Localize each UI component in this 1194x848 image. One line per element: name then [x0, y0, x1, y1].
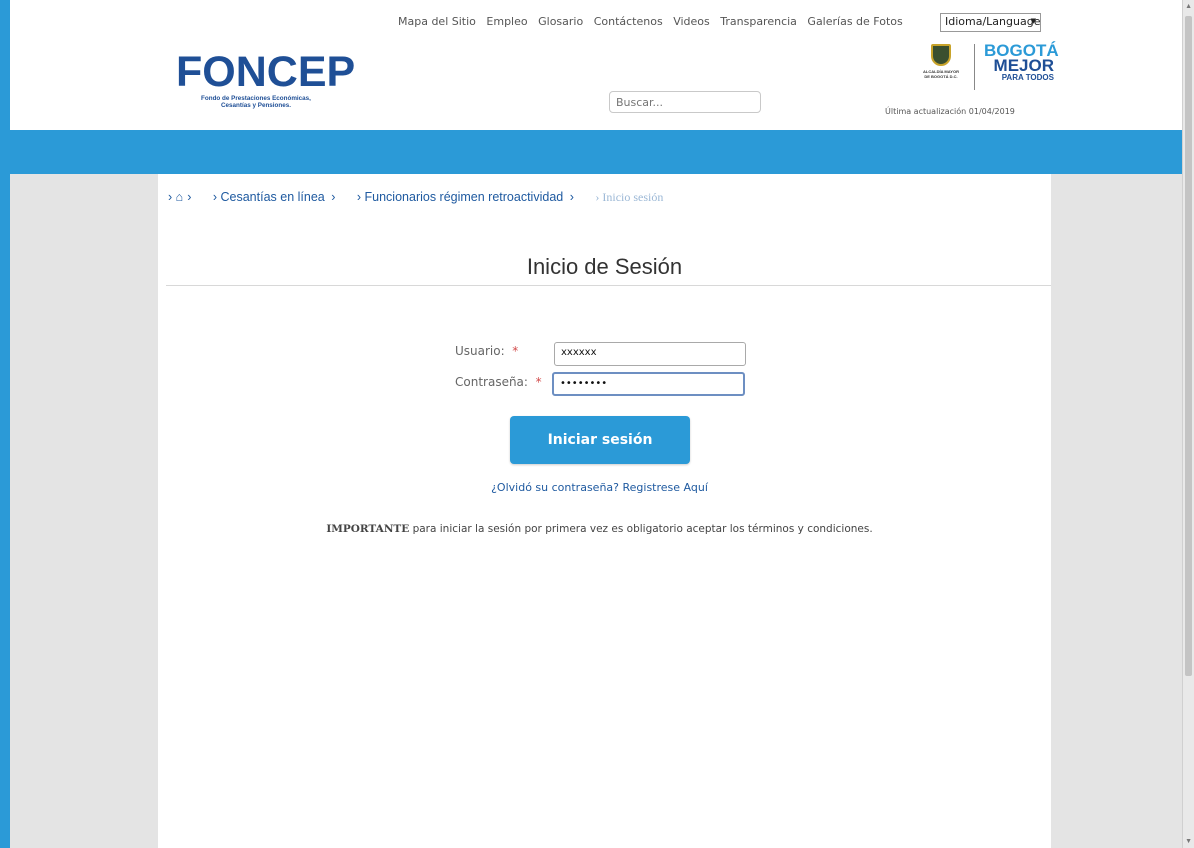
- important-notice: IMPORTANTE para iniciar la sesión por pr…: [326, 523, 873, 535]
- search-input[interactable]: [609, 91, 761, 113]
- main-content: › ⌂ › › Cesantías en línea › › Funcionari…: [158, 174, 1051, 848]
- coat-of-arms-icon: [931, 44, 951, 66]
- breadcrumb-home[interactable]: › ⌂ ›: [168, 190, 191, 204]
- nav-link-transparencia[interactable]: Transparencia: [720, 15, 797, 28]
- scroll-up-icon[interactable]: ▲: [1185, 3, 1192, 10]
- username-field[interactable]: xxxxxx: [554, 342, 746, 366]
- logo-wordmark: FONCEP: [176, 48, 356, 96]
- top-nav: Mapa del Sitio Empleo Glosario Contácten…: [398, 15, 910, 28]
- page-title: Inicio de Sesión: [526, 254, 683, 279]
- nav-link-glosario[interactable]: Glosario: [538, 15, 583, 28]
- vertical-scrollbar[interactable]: ▲ ▼: [1182, 0, 1194, 848]
- scrollbar-thumb[interactable]: [1185, 16, 1192, 676]
- alcaldia-seal-logo: ALCALDÍA MAYOR DE BOGOTÁ D.C.: [913, 44, 969, 94]
- password-field[interactable]: ••••••••: [552, 372, 745, 396]
- scroll-down-icon[interactable]: ▼: [1185, 838, 1192, 845]
- breadcrumb-current: › Inicio sesión: [595, 190, 664, 204]
- breadcrumb-item-funcionarios[interactable]: › Funcionarios régimen retroactividad ›: [357, 190, 574, 204]
- language-select[interactable]: Idioma/Language ▼: [940, 13, 1041, 32]
- login-button[interactable]: Iniciar sesión: [510, 416, 690, 464]
- nav-link-videos[interactable]: Videos: [673, 15, 710, 28]
- password-label: Contraseña: *: [455, 375, 542, 389]
- site-header: Mapa del Sitio Empleo Glosario Contácten…: [10, 0, 1182, 130]
- bogota-mejor-logo: BOGOTÁ MEJOR PARA TODOS: [984, 41, 1059, 82]
- nav-link-sitemap[interactable]: Mapa del Sitio: [398, 15, 476, 28]
- nav-link-contactenos[interactable]: Contáctenos: [594, 15, 663, 28]
- window-left-border: [0, 0, 10, 848]
- logo-subtitle: Fondo de Prestaciones Económicas, Cesant…: [201, 95, 311, 109]
- logo-divider: [974, 44, 975, 90]
- last-update-text: Última actualización 01/04/2019: [885, 107, 1015, 116]
- breadcrumb-item-cesantias[interactable]: › Cesantías en línea ›: [213, 190, 336, 204]
- dropdown-arrow-icon: ▼: [1030, 17, 1036, 25]
- home-icon: ⌂: [175, 190, 184, 204]
- foncep-logo[interactable]: FONCEP Fondo de Prestaciones Económicas,…: [176, 50, 355, 109]
- nav-link-galerias[interactable]: Galerías de Fotos: [807, 15, 902, 28]
- nav-link-empleo[interactable]: Empleo: [486, 15, 527, 28]
- title-divider: [166, 285, 1051, 286]
- language-select-value: Idioma/Language: [945, 15, 1041, 28]
- username-label: Usuario: *: [455, 344, 519, 358]
- main-nav-bar: [10, 130, 1182, 174]
- forgot-password-link[interactable]: ¿Olvidó su contraseña? Registrese Aquí: [158, 481, 1041, 494]
- breadcrumb: › ⌂ › › Cesantías en línea › › Funcionari…: [168, 190, 699, 205]
